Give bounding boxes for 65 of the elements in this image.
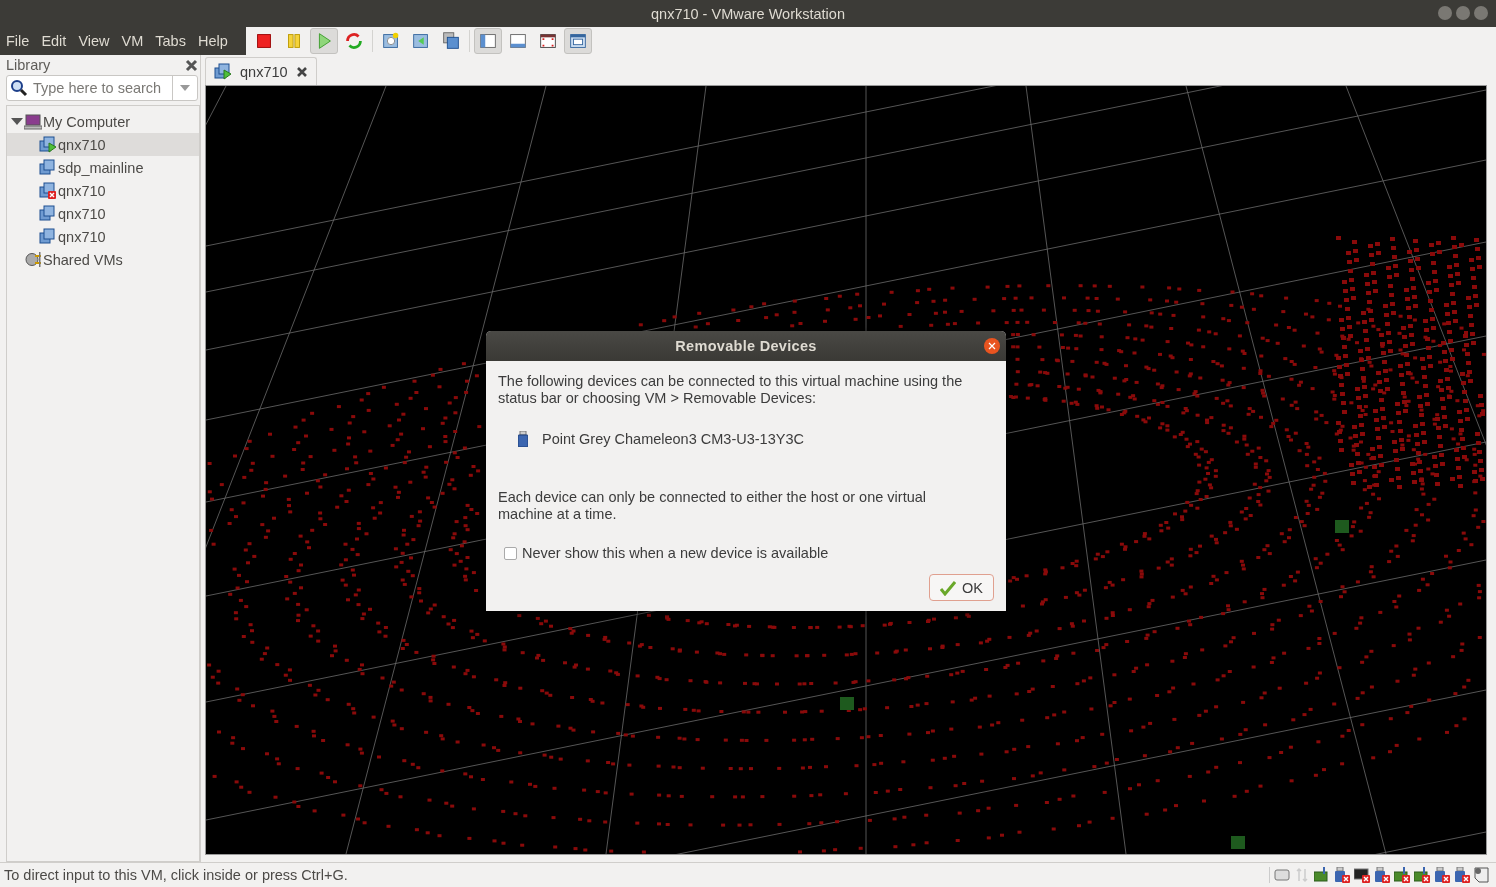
network-adapter-icon[interactable] — [1394, 867, 1410, 883]
marker-square — [1231, 836, 1245, 849]
tree-item[interactable]: qnx710 — [7, 133, 199, 156]
dialog-message: The following devices can be connected to this virtual machine using the status bar or choosing VM > Removable Devices: — [498, 373, 964, 407]
usb-icon — [518, 431, 528, 447]
computer-icon — [24, 113, 42, 130]
network-adapter-icon[interactable] — [1414, 867, 1430, 883]
usb-device-icon[interactable] — [1454, 867, 1470, 883]
vm-icon — [39, 159, 57, 176]
note-icon[interactable] — [1474, 867, 1490, 883]
menu-item[interactable]: File — [6, 33, 36, 49]
marker-square — [840, 697, 854, 710]
status-text: To direct input to this VM, click inside or press Ctrl+G. — [4, 867, 348, 883]
usb-device-icon[interactable] — [1334, 867, 1350, 883]
library-title: Library — [6, 57, 51, 73]
menu-item[interactable]: View — [78, 33, 116, 49]
tree-item-label: qnx710 — [58, 136, 106, 153]
dialog-title: Removable Devices — [675, 338, 817, 354]
tree-item-label: Shared VMs — [43, 251, 123, 268]
shared-vms-icon — [24, 251, 42, 268]
tab-label: qnx710 — [240, 63, 288, 80]
tree-item-label: sdp_mainline — [58, 159, 144, 176]
tree-item[interactable]: My Computer — [7, 110, 199, 133]
tree-item-label: qnx710 — [58, 182, 106, 199]
checkbox[interactable] — [504, 546, 517, 560]
checkmark-icon — [940, 579, 957, 596]
checkbox-label[interactable]: Never show this when a new device is available — [522, 545, 829, 561]
error-vm-icon — [39, 182, 57, 199]
dropdown-arrow-icon[interactable] — [180, 85, 190, 91]
network-adapter-icon[interactable] — [1314, 867, 1330, 883]
tree-item[interactable]: Shared VMs — [7, 248, 199, 271]
toolbar-button[interactable] — [563, 28, 592, 54]
vm-icon — [39, 228, 57, 245]
minimize-button[interactable] — [1438, 6, 1452, 20]
tree-item[interactable]: qnx710 — [7, 225, 199, 248]
tree-item-label: qnx710 — [58, 205, 106, 222]
toolbar-button[interactable] — [473, 28, 502, 54]
window-title: qnx710 - VMware Workstation — [651, 5, 845, 22]
tab[interactable]: qnx710 — [205, 57, 317, 85]
menu-item[interactable]: VM — [121, 33, 150, 49]
display-icon[interactable] — [1354, 867, 1370, 883]
tree-item-label: qnx710 — [58, 228, 106, 245]
search-icon — [10, 79, 28, 97]
tree-item-label: My Computer — [43, 113, 131, 130]
tree-item[interactable]: sdp_mainline — [7, 156, 199, 179]
menu-item[interactable]: Edit — [41, 33, 73, 49]
marker-square — [1335, 520, 1349, 533]
vm-icon — [39, 205, 57, 222]
close-button[interactable] — [983, 337, 1001, 355]
running-vm-icon — [39, 136, 57, 153]
device-name[interactable]: Point Grey Chameleon3 CM3-U3-13Y3C — [542, 431, 804, 447]
usb-device-icon[interactable] — [1434, 867, 1450, 883]
maximize-button[interactable] — [1456, 6, 1470, 20]
close-icon[interactable] — [185, 58, 198, 72]
tree-item[interactable]: qnx710 — [7, 202, 199, 225]
dialog-note: Each device can only be connected to either the host or one virtual machine at a time. — [498, 489, 928, 523]
expander-arrow-icon[interactable] — [11, 117, 23, 126]
usb-device-icon[interactable] — [1374, 867, 1390, 883]
menu-item[interactable]: Help — [197, 33, 234, 49]
tree-item[interactable]: qnx710 — [7, 179, 199, 202]
close-icon[interactable] — [295, 65, 308, 78]
ok-button[interactable]: OK — [929, 574, 994, 601]
menu-item[interactable]: Tabs — [155, 33, 192, 49]
search-field[interactable]: Type here to search — [6, 75, 198, 101]
running-vm-icon — [214, 63, 232, 80]
